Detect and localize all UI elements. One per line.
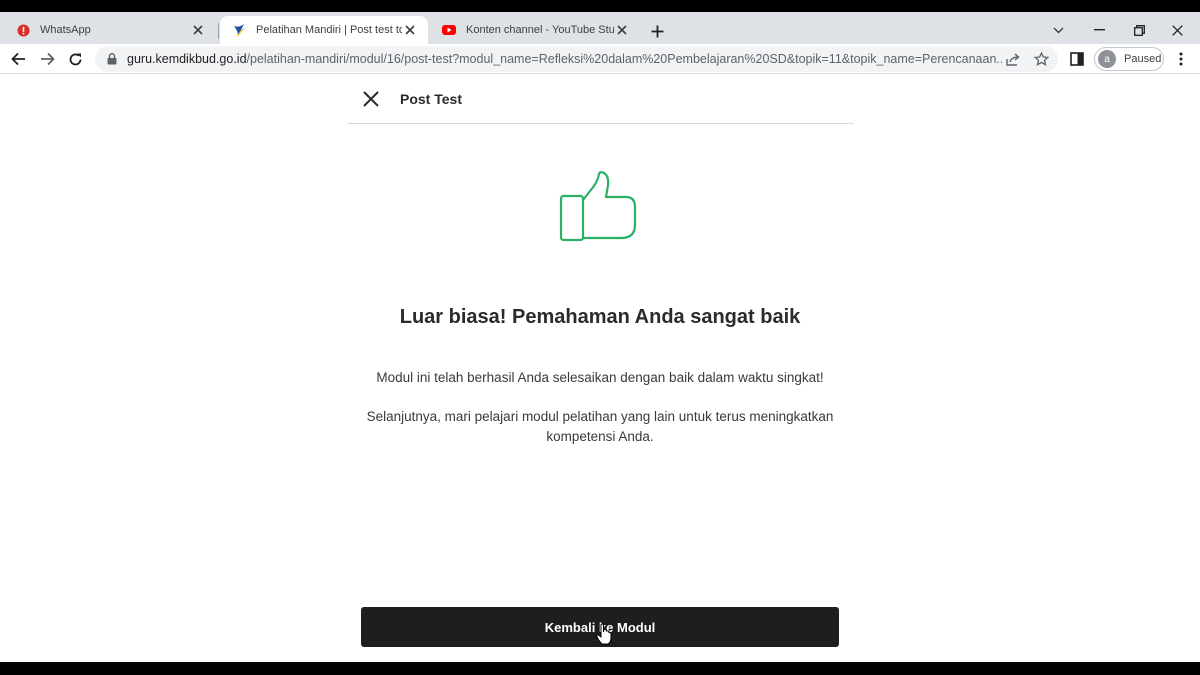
tab-title: Konten channel - YouTube Studio — [466, 24, 614, 36]
tab-whatsapp[interactable]: WhatsApp — [4, 16, 216, 44]
reload-icon[interactable] — [63, 47, 87, 71]
close-icon[interactable] — [362, 90, 380, 108]
window-close-icon[interactable] — [1166, 20, 1188, 40]
post-test-header: Post Test — [348, 74, 854, 124]
tab-title: WhatsApp — [40, 24, 91, 36]
page-content: Post Test Luar biasa! Pemahaman Anda san… — [0, 74, 1200, 662]
browser-window: WhatsApp Pelatihan Mandiri | Post test t… — [0, 12, 1200, 662]
share-icon[interactable] — [1002, 48, 1024, 70]
tab-youtube-studio[interactable]: Konten channel - YouTube Studio — [430, 16, 640, 44]
forward-arrow-icon[interactable] — [35, 47, 59, 71]
kemdikbud-logo-icon — [232, 23, 246, 37]
thumbs-up-icon — [559, 171, 637, 242]
back-arrow-icon[interactable] — [6, 47, 30, 71]
address-bar[interactable]: guru.kemdikbud.go.id/pelatihan-mandiri/m… — [95, 46, 1058, 72]
success-heading: Luar biasa! Pemahaman Anda sangat baik — [399, 306, 801, 328]
page-title: Post Test — [400, 91, 462, 107]
browser-toolbar: guru.kemdikbud.go.id/pelatihan-mandiri/m… — [0, 44, 1200, 74]
profile-button[interactable]: a Paused — [1094, 47, 1164, 71]
whatsapp-alert-icon — [16, 23, 30, 37]
next-step-message: Selanjutnya, mari pelajari modul pelatih… — [366, 409, 834, 444]
tab-title: Pelatihan Mandiri | Post test topik — [256, 24, 402, 36]
close-icon[interactable] — [402, 22, 418, 38]
tab-search-chevron-down-icon[interactable] — [1047, 20, 1069, 40]
close-icon[interactable] — [190, 22, 206, 38]
new-tab-plus-icon[interactable] — [647, 21, 667, 41]
tab-separator — [218, 23, 219, 39]
restore-icon[interactable] — [1128, 20, 1150, 40]
lock-icon[interactable] — [105, 53, 119, 65]
minimize-icon[interactable] — [1088, 20, 1110, 40]
completion-message: Modul ini telah berhasil Anda selesaikan… — [376, 370, 824, 385]
url-host: guru.kemdikbud.go.id — [127, 52, 247, 66]
close-icon[interactable] — [614, 22, 630, 38]
tab-pelatihan-mandiri[interactable]: Pelatihan Mandiri | Post test topik — [220, 16, 428, 44]
bookmark-star-icon[interactable] — [1030, 48, 1052, 70]
hand-cursor-icon — [596, 623, 612, 645]
youtube-icon — [442, 23, 456, 37]
more-menu-icon[interactable] — [1170, 48, 1192, 70]
address-url: guru.kemdikbud.go.id/pelatihan-mandiri/m… — [127, 52, 1002, 66]
url-path: /pelatihan-mandiri/modul/16/post-test?mo… — [246, 52, 1002, 66]
side-panel-icon[interactable] — [1066, 48, 1088, 70]
tab-strip: WhatsApp Pelatihan Mandiri | Post test t… — [0, 12, 1200, 44]
profile-status: Paused — [1124, 53, 1162, 65]
avatar: a — [1098, 50, 1116, 68]
